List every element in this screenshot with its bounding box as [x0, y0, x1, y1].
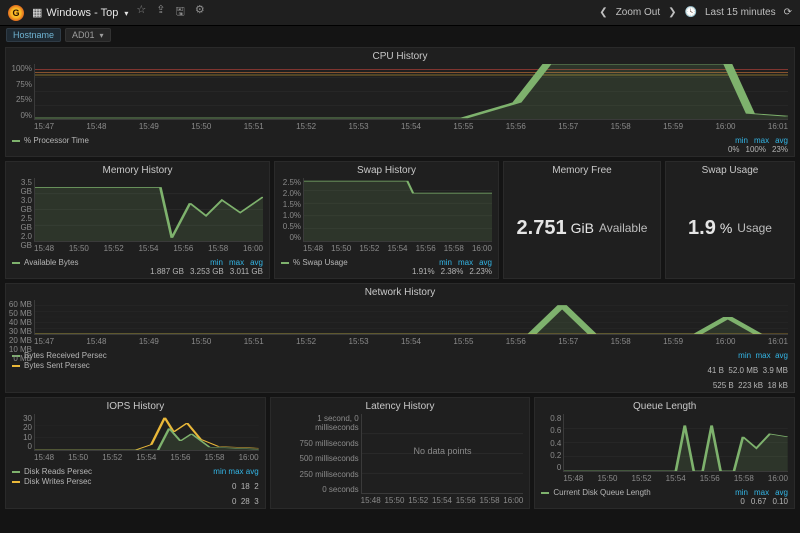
share-icon[interactable]: ⇪: [156, 3, 165, 22]
panel-title: Latency History: [271, 398, 530, 414]
time-next-button[interactable]: ❯: [668, 7, 676, 18]
panel-title: IOPS History: [6, 398, 265, 414]
panel-cpu-history[interactable]: CPU History 100%75%25%0% 15:4715:4815:49…: [5, 47, 795, 157]
panel-memory-history[interactable]: Memory History 3.5 GB3.0 GB2.5 GB2.0 GB …: [5, 161, 270, 279]
dashboard-grid: CPU History 100%75%25%0% 15:4715:4815:49…: [0, 44, 800, 512]
zoom-out-button[interactable]: Zoom Out: [616, 7, 660, 18]
top-bar: G ▦ Windows - Top ☆ ⇪ 🖫 ⚙ ❮ Zoom Out ❯ 🕓…: [0, 0, 800, 26]
templating-row: Hostname AD01: [0, 26, 800, 44]
panel-title: Swap Usage: [666, 162, 794, 178]
save-icon[interactable]: 🖫: [175, 3, 184, 22]
panel-title: Swap History: [275, 162, 498, 178]
panel-iops-history[interactable]: IOPS History 3020100 15:4815:5015:5215:5…: [5, 397, 266, 509]
no-data-label: No data points: [362, 446, 524, 456]
singlestat: 1.9%Usage: [666, 178, 794, 278]
dashboard-title: Windows - Top: [46, 7, 118, 19]
panel-title: Queue Length: [535, 398, 794, 414]
var-label-hostname: Hostname: [6, 28, 61, 42]
singlestat: 2.751GiBAvailable: [504, 178, 660, 278]
time-prev-button[interactable]: ❮: [599, 7, 607, 18]
legend-stats: 0% 100% 23%: [6, 145, 794, 156]
panel-memory-free[interactable]: Memory Free 2.751GiBAvailable: [503, 161, 661, 279]
var-select-hostname[interactable]: AD01: [65, 28, 111, 42]
grafana-logo[interactable]: G: [8, 5, 24, 21]
dashboard-picker-button[interactable]: ▦ Windows - Top: [32, 6, 128, 19]
clock-icon: 🕓: [685, 7, 697, 18]
panel-network-history[interactable]: Network History 60 MB50 MB40 MB30 MB20 M…: [5, 283, 795, 393]
panel-title: Memory History: [6, 162, 269, 178]
refresh-icon[interactable]: ⟳: [784, 7, 792, 18]
star-icon[interactable]: ☆: [136, 3, 146, 22]
panel-title: Memory Free: [504, 162, 660, 178]
legend-item: % Processor Time: [12, 136, 89, 145]
panel-swap-usage[interactable]: Swap Usage 1.9%Usage: [665, 161, 795, 279]
panel-swap-history[interactable]: Swap History 2.5%2.0%1.5%1.0%0.5%0% 15:4…: [274, 161, 499, 279]
chevron-down-icon: [122, 7, 128, 19]
gear-icon[interactable]: ⚙: [195, 3, 205, 22]
y-axis: 100%75%25%0%: [8, 64, 32, 120]
panel-latency-history[interactable]: Latency History 1 second, 0 milliseconds…: [270, 397, 531, 509]
panel-queue-length[interactable]: Queue Length 0.80.60.40.20 15:4815:5015:…: [534, 397, 795, 509]
x-axis: 15:4715:4815:4915:5015:5115:5215:5315:54…: [34, 122, 788, 132]
grid-icon: ▦: [32, 6, 42, 19]
time-range-picker[interactable]: Last 15 minutes: [705, 7, 776, 18]
panel-title: CPU History: [6, 48, 794, 64]
panel-title: Network History: [6, 284, 794, 300]
chart-area: 100%75%25%0% 15:4715:4815:4915:5015:5115…: [34, 64, 788, 132]
